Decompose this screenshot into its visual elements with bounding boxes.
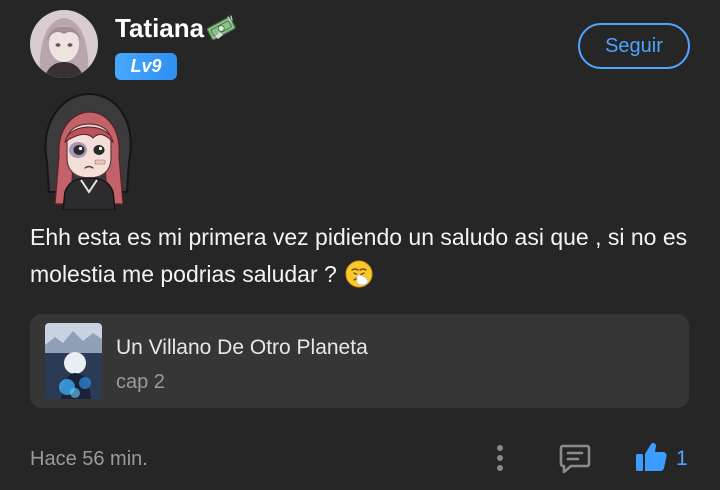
like-count: 1 — [676, 447, 688, 470]
thumbs-up-icon[interactable] — [634, 440, 668, 474]
post-timestamp: Hace 56 min. — [30, 448, 148, 470]
story-cover-image — [45, 323, 102, 399]
more-vertical-icon[interactable] — [490, 440, 510, 476]
story-title[interactable]: Un Villano De Otro Planeta — [116, 336, 368, 360]
comment-icon[interactable] — [558, 441, 592, 475]
sneezing-face-emoji — [345, 260, 373, 288]
money-icon — [206, 14, 236, 42]
hooded-girl-sticker — [35, 92, 139, 211]
follow-button[interactable]: Seguir — [578, 23, 690, 69]
level-badge: Lv9 — [115, 53, 177, 80]
post-card: Tatiana Lv9 Seguir Ehh esta es mi primer… — [0, 0, 720, 490]
story-chapter: cap 2 — [116, 371, 165, 393]
author-name[interactable]: Tatiana — [115, 12, 204, 44]
post-text: Ehh esta es mi primera vez pidiendo un s… — [30, 219, 695, 293]
linked-story-card[interactable]: Un Villano De Otro Planeta cap 2 — [30, 314, 689, 408]
author-avatar[interactable] — [30, 10, 98, 78]
